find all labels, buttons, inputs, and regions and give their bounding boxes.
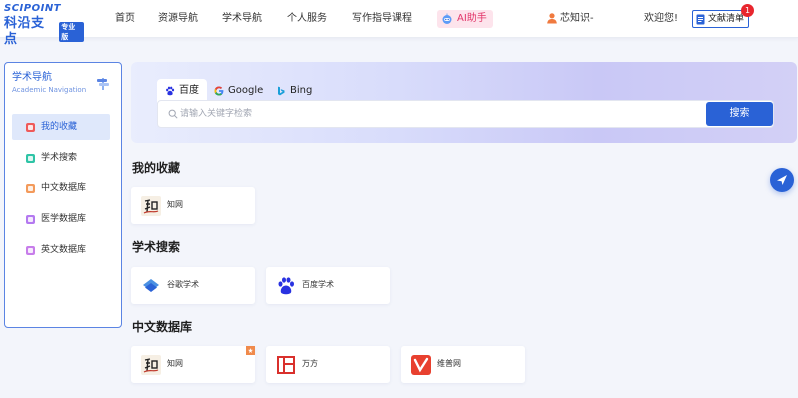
baidu-icon <box>166 86 175 96</box>
google-icon <box>214 86 224 96</box>
welcome-text: 欢迎您! <box>644 13 679 24</box>
user-name[interactable]: 芯知识- <box>560 12 594 26</box>
logo-text-en: SCIPOINT <box>4 3 62 14</box>
nav-personal-service[interactable]: 个人服务 <box>287 12 327 26</box>
logo-text-cn: 科沿支点 <box>4 16 45 47</box>
search-icon <box>168 109 178 119</box>
resource-card-wanfang[interactable]: 万方 <box>266 346 390 383</box>
english-db-icon <box>26 245 35 255</box>
google-scholar-icon <box>143 279 159 292</box>
tab-label: 百度 <box>179 85 199 96</box>
section-title-favorites: 我的收藏 <box>132 161 181 175</box>
sidebar-item-label: 医学数据库 <box>41 214 87 224</box>
nav-home[interactable]: 首页 <box>115 12 135 26</box>
nav-writing-course[interactable]: 写作指导课程 <box>352 12 412 26</box>
resource-card-vip[interactable]: 维普网 <box>401 346 525 383</box>
resource-card-label: 万方 <box>302 359 318 368</box>
resource-card-baidu-scholar[interactable]: 百度学术 <box>266 267 390 304</box>
top-header: SCIPOINT 科沿支点 专业版 首页 资源导航 学术导航 个人服务 写作指导… <box>0 0 798 47</box>
sidebar-item-label: 学术搜索 <box>41 153 78 163</box>
resource-card-google-scholar[interactable]: 谷歌学术 <box>131 267 255 304</box>
floating-action-button[interactable] <box>770 168 794 192</box>
medical-icon <box>26 214 35 224</box>
signpost-icon <box>97 78 109 90</box>
sidebar-item-academic-search[interactable]: 学术搜索 <box>12 145 110 171</box>
wanfang-icon <box>277 356 295 374</box>
resource-card-cnki[interactable]: 知网 <box>131 187 255 224</box>
ai-assistant-button[interactable]: AI助手 <box>437 10 493 28</box>
baidu-scholar-icon <box>278 277 294 295</box>
document-list-label: 文献清单 <box>708 14 745 24</box>
sidebar-title: 学术导航 <box>12 72 52 83</box>
sidebar: 学术导航 Academic Navigation 我的收藏 学术搜索 中文数据库… <box>4 62 122 328</box>
sidebar-item-medical-db[interactable]: 医学数据库 <box>12 206 110 232</box>
resource-card-label: 百度学术 <box>302 280 334 289</box>
logo-edition-tag: 专业版 <box>59 22 84 42</box>
send-arrow-icon <box>777 175 787 185</box>
star-badge-icon <box>246 346 255 355</box>
search-input[interactable] <box>180 104 700 124</box>
search-button[interactable]: 搜索 <box>706 102 773 126</box>
database-icon <box>26 183 35 193</box>
sidebar-item-english-db[interactable]: 英文数据库 <box>12 237 110 263</box>
resource-card-label: 谷歌学术 <box>167 280 199 289</box>
favorites-icon <box>26 122 35 132</box>
resource-card-label: 知网 <box>167 200 183 209</box>
robot-icon <box>442 13 452 24</box>
sidebar-item-label: 我的收藏 <box>41 122 78 132</box>
resource-card-label: 知网 <box>167 359 183 368</box>
tab-label: Bing <box>290 85 313 96</box>
nav-resource-guide[interactable]: 资源导航 <box>158 12 198 26</box>
user-icon <box>547 13 557 24</box>
document-icon <box>696 14 705 24</box>
document-count-badge: 1 <box>741 4 754 17</box>
sidebar-item-chinese-db[interactable]: 中文数据库 <box>12 175 110 201</box>
section-title-academic-search: 学术搜索 <box>132 240 181 254</box>
vip-icon <box>411 355 431 375</box>
sidebar-subtitle: Academic Navigation <box>12 86 87 94</box>
sidebar-item-label: 英文数据库 <box>41 245 87 255</box>
nav-academic-guide[interactable]: 学术导航 <box>222 12 262 26</box>
logo-row: 科沿支点 专业版 <box>4 16 84 48</box>
section-title-chinese-db: 中文数据库 <box>132 320 193 334</box>
cnki-icon <box>141 355 161 375</box>
bing-icon <box>278 86 285 96</box>
resource-card-label: 维普网 <box>437 359 461 368</box>
search-category-icon <box>26 153 35 163</box>
sidebar-item-favorites[interactable]: 我的收藏 <box>12 114 110 140</box>
ai-assistant-label: AI助手 <box>457 13 487 24</box>
sidebar-item-label: 中文数据库 <box>41 183 87 193</box>
site-logo[interactable]: SCIPOINT 科沿支点 专业版 <box>4 3 84 47</box>
cnki-icon <box>141 196 161 216</box>
resource-card-cnki[interactable]: 知网 <box>131 346 255 383</box>
tab-label: Google <box>228 85 264 96</box>
